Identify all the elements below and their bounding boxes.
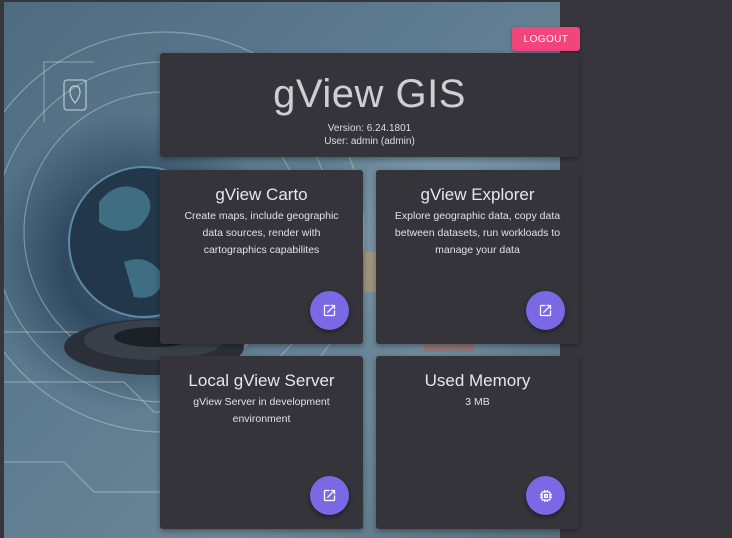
logout-button[interactable]: LOGOUT	[512, 27, 580, 51]
open-gview-explorer-button[interactable]	[526, 291, 565, 330]
memory-chip-icon	[539, 489, 552, 502]
card-used-memory: Used Memory 3 MB	[376, 356, 579, 529]
open-in-new-icon	[323, 489, 336, 502]
card-title: Local gView Server	[188, 371, 335, 390]
app-title: gView GIS	[273, 72, 466, 116]
card-gview-explorer: gView Explorer Explore geographic data, …	[376, 170, 579, 344]
header-panel: gView GIS Version: 6.24.1801 User: admin…	[160, 53, 579, 157]
user-text: User: admin (admin)	[324, 136, 415, 147]
card-title: gView Carto	[215, 185, 308, 204]
memory-button[interactable]	[526, 476, 565, 515]
memory-value: 3 MB	[465, 396, 490, 408]
card-gview-carto: gView Carto Create maps, include geograp…	[160, 170, 363, 344]
card-description: Create maps, include geographic data sou…	[184, 210, 339, 256]
open-in-new-icon	[323, 304, 336, 317]
open-in-new-icon	[539, 304, 552, 317]
version-text: Version: 6.24.1801	[327, 123, 412, 134]
card-description: gView Server in development environment	[193, 396, 330, 425]
open-gview-carto-button[interactable]	[310, 291, 349, 330]
card-title: Used Memory	[424, 371, 531, 390]
open-local-server-button[interactable]	[310, 476, 349, 515]
card-description: Explore geographic data, copy data betwe…	[394, 210, 561, 256]
card-local-gview-server: Local gView Server gView Server in devel…	[160, 356, 363, 529]
card-title: gView Explorer	[420, 185, 535, 204]
